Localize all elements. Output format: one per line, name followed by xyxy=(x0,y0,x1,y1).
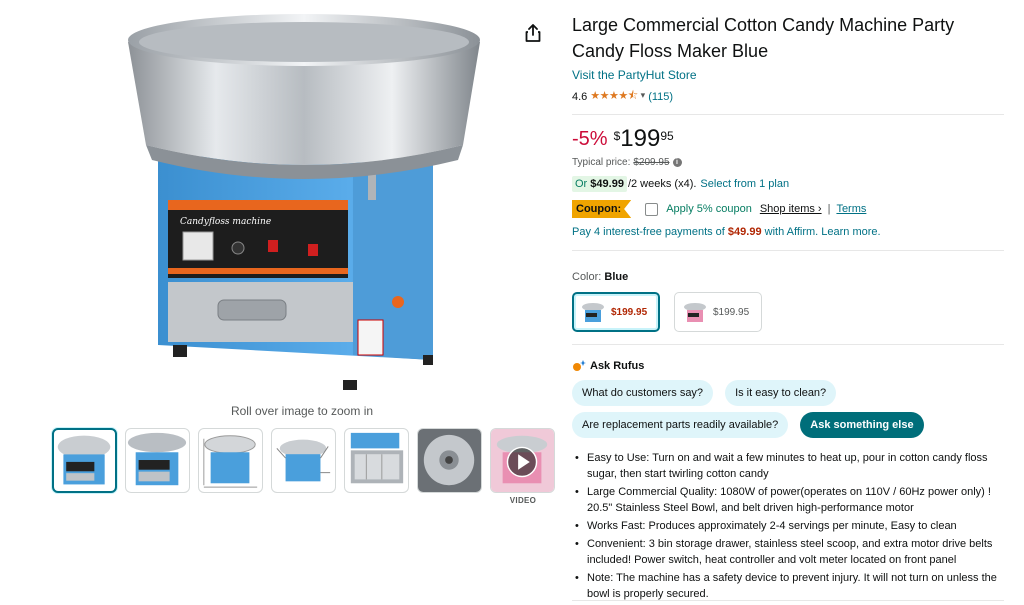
divider xyxy=(572,250,1004,251)
blue-machine-thumbnail xyxy=(582,303,604,322)
feature-bullet: Works Fast: Produces approximately 2-4 s… xyxy=(572,518,1012,534)
thumbnail[interactable] xyxy=(198,428,263,493)
coupon-badge: Coupon: xyxy=(572,200,632,218)
installment-prefix: Or xyxy=(575,178,588,190)
discount-percent: -5% xyxy=(572,128,608,150)
apply-coupon-checkbox[interactable] xyxy=(645,202,659,216)
share-button[interactable] xyxy=(522,22,544,44)
rufus-chips: What do customers say? Is it easy to cle… xyxy=(572,380,1012,438)
price-row: -5% $ 199 95 xyxy=(572,127,1012,151)
thumbnail[interactable] xyxy=(125,428,190,493)
thumbnail[interactable] xyxy=(271,428,336,493)
rufus-icon xyxy=(573,360,586,371)
color-swatches: $199.95 $199.95 xyxy=(572,292,1012,332)
typical-price: Typical price: $209.95 i xyxy=(572,157,1012,168)
thumbnail[interactable] xyxy=(417,428,482,493)
feature-bullets: Easy to Use: Turn on and wait a few minu… xyxy=(572,450,1012,602)
rating-row: 4.6 ★★★★⯪ ▾ (115) xyxy=(572,87,1012,106)
store-link[interactable]: Visit the PartyHut Store xyxy=(572,68,1012,82)
swatch-price: $199.95 xyxy=(713,306,750,318)
thumbnail[interactable] xyxy=(344,428,409,493)
share-icon xyxy=(525,24,541,42)
typical-price-label: Typical price: xyxy=(572,157,631,168)
installment-amount: $49.99 xyxy=(590,178,624,190)
info-icon[interactable]: i xyxy=(672,158,682,167)
thumbnail-strip xyxy=(52,428,555,493)
divider xyxy=(572,114,1004,115)
ask-rufus-heading: Ask Rufus xyxy=(572,360,1012,372)
video-label: VIDEO xyxy=(509,496,537,505)
rufus-chip[interactable]: What do customers say? xyxy=(572,380,714,406)
color-selected-value: Blue xyxy=(604,271,629,283)
affirm-text-post[interactable]: with Affirm. Learn more. xyxy=(765,226,881,238)
select-plan-link[interactable]: Select from 1 plan xyxy=(700,178,789,190)
affirm-row[interactable]: Pay 4 interest-free payments of $49.99 w… xyxy=(572,226,1012,238)
ask-something-else-button[interactable]: Ask something else xyxy=(800,412,924,438)
rating-count-link[interactable]: (115) xyxy=(648,91,673,103)
divider xyxy=(572,600,1004,601)
apply-coupon-label[interactable]: Apply 5% coupon xyxy=(666,203,752,215)
feature-bullet: Large Commercial Quality: 1080W of power… xyxy=(572,484,1012,516)
price-currency: $ xyxy=(613,129,621,143)
affirm-amount: $49.99 xyxy=(727,226,762,238)
installment-row: Or $49.99 /2 weeks (x4). Select from 1 p… xyxy=(572,176,1012,192)
swatch-pink[interactable]: $199.95 xyxy=(674,292,762,332)
affirm-text-pre: Pay 4 interest-free payments of xyxy=(572,226,725,238)
feature-bullet: Convenient: 3 bin storage drawer, stainl… xyxy=(572,536,1012,568)
separator: | xyxy=(827,203,831,215)
thumbnail[interactable] xyxy=(52,428,117,493)
price-fraction: 95 xyxy=(660,129,674,143)
installment-suffix: /2 weeks (x4). xyxy=(627,178,697,190)
installment-badge: Or $49.99 xyxy=(572,176,627,192)
swatch-price: $199.95 xyxy=(611,306,648,318)
feature-bullet: Note: The machine has a safety device to… xyxy=(572,570,1012,602)
product-details: Large Commercial Cotton Candy Machine Pa… xyxy=(572,12,1012,604)
machine-panel-text: Candyfloss machine xyxy=(180,217,271,227)
zoom-hint: Roll over image to zoom in xyxy=(230,404,374,418)
color-label-text: Color: xyxy=(572,271,602,283)
pink-machine-thumbnail xyxy=(684,303,706,322)
main-product-image[interactable]: Candyfloss machine xyxy=(128,10,480,394)
shop-items-link[interactable]: Shop items › xyxy=(760,203,822,215)
swatch-blue[interactable]: $199.95 xyxy=(572,292,660,332)
ask-rufus-title: Ask Rufus xyxy=(590,360,645,372)
rating-value: 4.6 xyxy=(572,90,588,103)
typical-price-value: $209.95 xyxy=(633,157,670,168)
feature-bullet: Easy to Use: Turn on and wait a few minu… xyxy=(572,450,1012,482)
rufus-chip[interactable]: Are replacement parts readily available? xyxy=(572,412,789,438)
coupon-row: Coupon: Apply 5% coupon Shop items › | T… xyxy=(572,200,1012,218)
rufus-chip[interactable]: Is it easy to clean? xyxy=(725,380,837,406)
video-thumbnail[interactable] xyxy=(490,428,555,493)
product-title: Large Commercial Cotton Candy Machine Pa… xyxy=(572,15,955,61)
terms-link[interactable]: Terms xyxy=(836,203,866,215)
chevron-down-icon[interactable]: ▾ xyxy=(641,90,646,101)
star-rating-icon[interactable]: ★★★★⯪ xyxy=(590,87,638,106)
divider xyxy=(572,344,1004,345)
color-label: Color: Blue xyxy=(572,271,1012,283)
price-whole: 199 xyxy=(620,125,661,152)
